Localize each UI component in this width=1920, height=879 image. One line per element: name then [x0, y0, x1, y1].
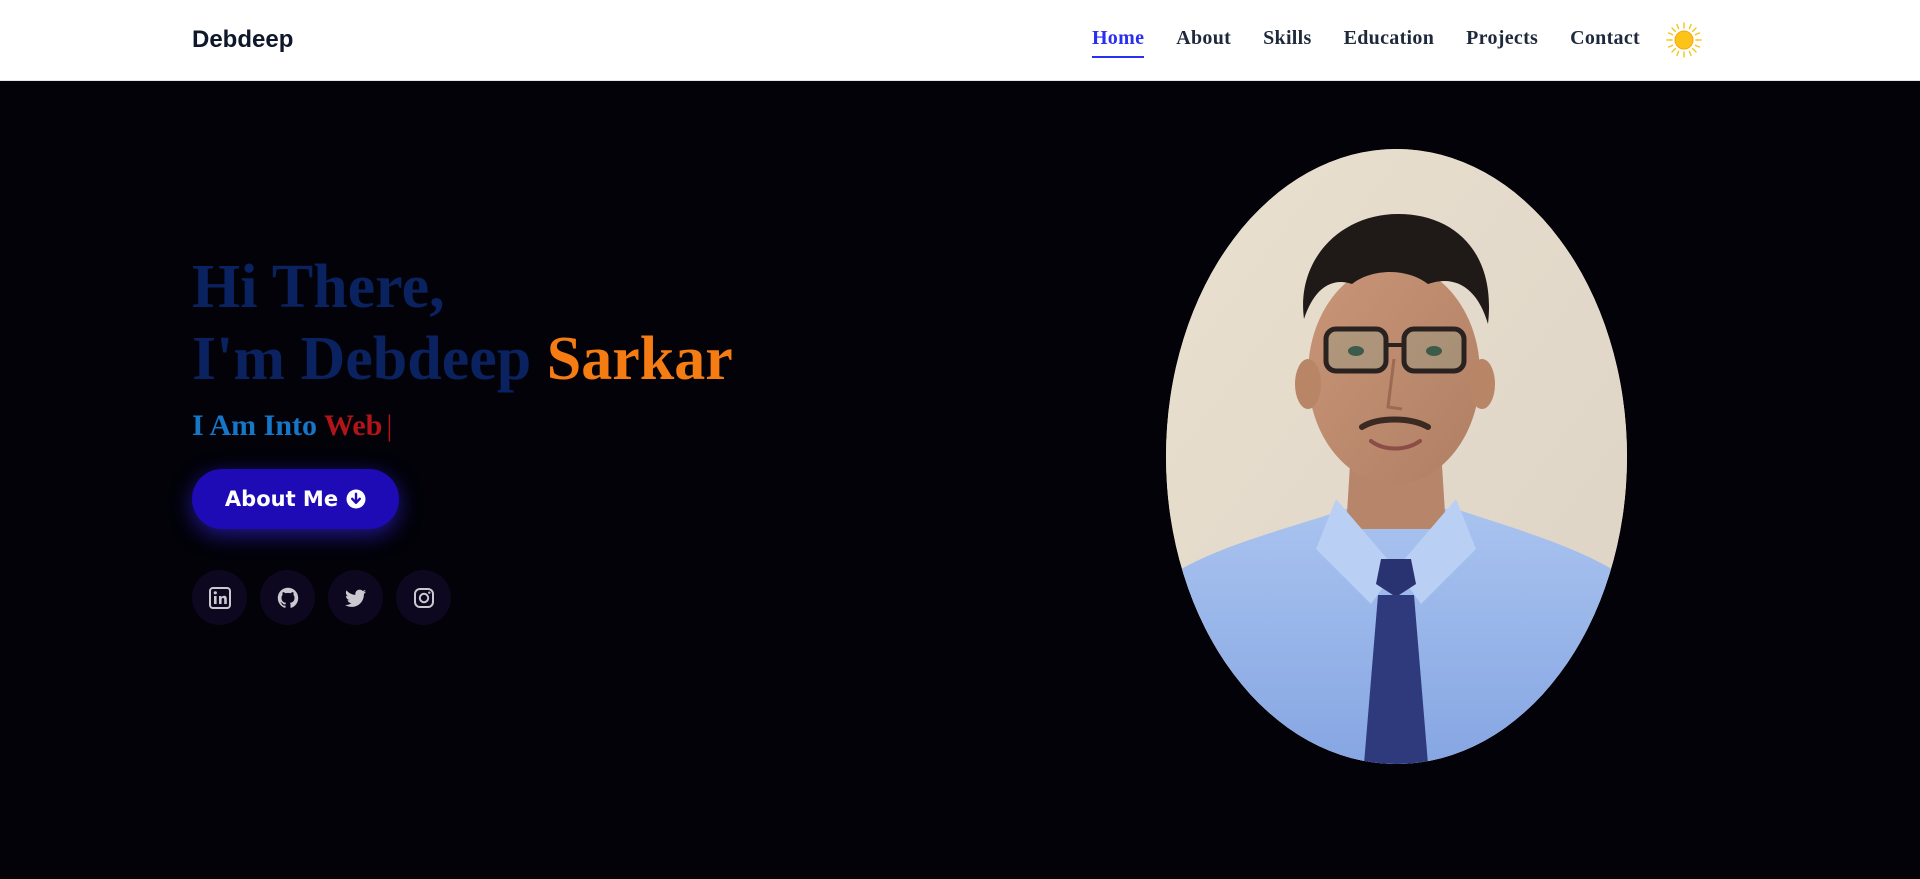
nav-link-skills[interactable]: Skills: [1263, 27, 1312, 54]
nav-link-projects[interactable]: Projects: [1466, 27, 1538, 54]
nav-link-education[interactable]: Education: [1344, 27, 1435, 54]
typed-word: Web: [324, 409, 383, 442]
about-me-button[interactable]: About Me: [192, 469, 399, 529]
about-me-label: About Me: [224, 487, 339, 511]
hero-section: Hi There, I'm Debdeep Sarkar I Am Into W…: [0, 81, 1920, 879]
greeting-line1: Hi There,: [192, 253, 445, 321]
twitter-icon[interactable]: [328, 570, 383, 625]
profile-photo: [1166, 149, 1627, 764]
greeting-surname: Sarkar: [546, 325, 733, 393]
instagram-icon[interactable]: [396, 570, 451, 625]
typed-tagline: I Am Into Web |: [192, 409, 733, 443]
nav-link-about[interactable]: About: [1176, 27, 1231, 54]
sun-icon[interactable]: [1666, 22, 1702, 58]
navbar: Debdeep Home About Skills Education Proj…: [0, 0, 1920, 81]
nav-link-contact[interactable]: Contact: [1570, 27, 1640, 54]
github-icon[interactable]: [260, 570, 315, 625]
typed-cursor: |: [386, 409, 393, 442]
arrow-down-circle-icon: [346, 489, 366, 509]
hero-heading: Hi There, I'm Debdeep Sarkar: [192, 251, 733, 395]
brand-logo[interactable]: Debdeep: [192, 26, 293, 54]
greeting-name: I'm Debdeep: [192, 325, 532, 393]
hero-text: Hi There, I'm Debdeep Sarkar I Am Into W…: [192, 251, 733, 443]
linkedin-icon[interactable]: [192, 570, 247, 625]
nav-links: Home About Skills Education Projects Con…: [1091, 0, 1640, 81]
typed-prefix: I Am Into: [192, 409, 318, 442]
nav-link-home[interactable]: Home: [1091, 27, 1145, 58]
social-links: [192, 570, 451, 625]
